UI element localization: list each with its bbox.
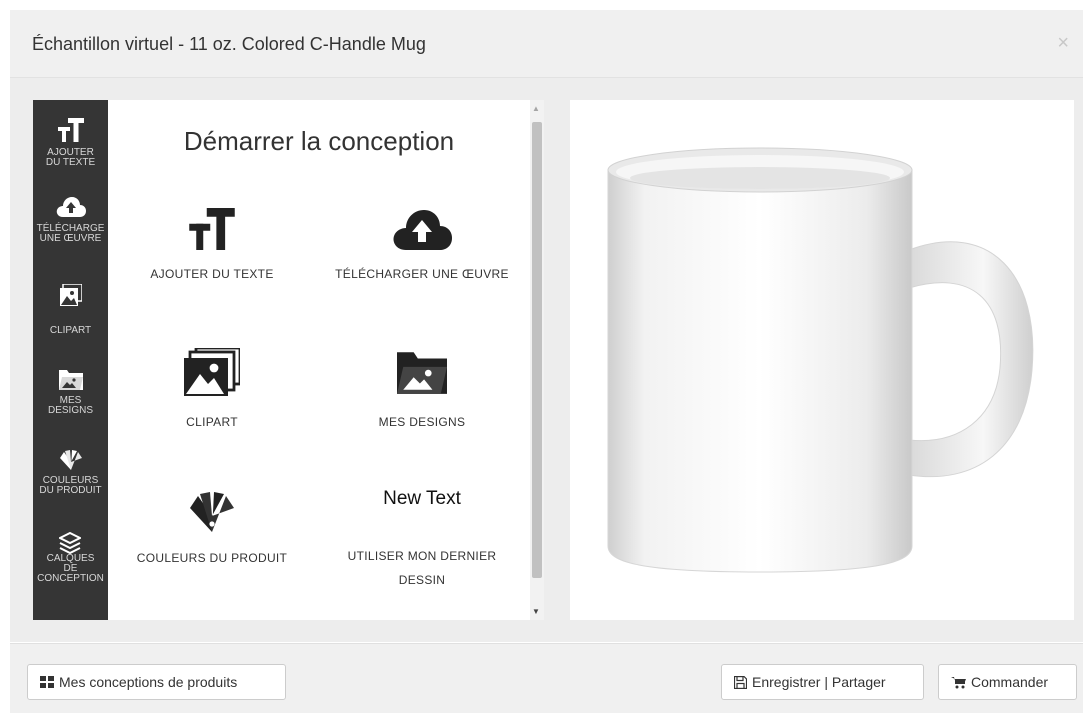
scroll-thumb[interactable] [532,122,542,578]
sidebar-item-clipart[interactable]: CLIPART [33,284,108,336]
option-my-designs[interactable]: MES DESIGNS [322,348,522,434]
modal-body: AJOUTER DU TEXTE TÉLÉCHARGE UNE ŒUVRE CL… [10,78,1083,642]
sidebar-item-add-text[interactable]: AJOUTER DU TEXTE [33,118,108,168]
mug-image [607,147,1034,573]
modal-footer: Mes conceptions de produits Enregistrer … [10,643,1083,713]
panel-scrollbar[interactable]: ▲ ▼ [530,100,544,620]
folder-image-icon [397,352,447,394]
clipart-icon [59,284,82,306]
sidebar-item-product-colors[interactable]: COULEURS DU PRODUIT [33,450,108,496]
folder-image-icon [58,370,83,390]
product-preview [570,100,1074,620]
option-label: AJOUTER DU TEXTE [150,267,274,281]
option-clipart[interactable]: CLIPART [112,348,312,434]
sidebar-label: DESIGNS [47,405,93,416]
option-label: TÉLÉCHARGER UNE ŒUVRE [335,267,509,281]
color-swatch-icon [59,450,82,470]
option-product-colors[interactable]: COULEURS DU PRODUIT [112,492,312,570]
color-swatch-icon [190,492,234,532]
sidebar-label: DU PRODUIT [39,485,102,496]
option-label: UTILISER MON DERNIER [347,549,497,563]
option-label: DESSIN [398,573,446,587]
option-use-last-design[interactable]: New Text UTILISER MON DERNIER DESSIN [322,488,522,592]
save-share-button[interactable]: Enregistrer | Partager [721,664,924,700]
button-label: Enregistrer | Partager [752,674,886,690]
option-label: MES DESIGNS [378,415,466,429]
cloud-upload-icon [56,197,86,217]
last-design-preview: New Text [383,488,461,509]
sidebar-item-my-designs[interactable]: MES DESIGNS [33,368,108,416]
sidebar-label: CLIPART [49,325,92,336]
sidebar-label: CONCEPTION [37,573,104,584]
option-upload-artwork[interactable]: TÉLÉCHARGER UNE ŒUVRE [322,208,522,286]
cart-icon [951,676,966,688]
layers-icon [59,532,81,555]
scroll-up-arrow-icon[interactable]: ▲ [532,104,540,113]
text-icon [189,208,235,250]
order-button[interactable]: Commander [938,664,1077,700]
text-icon [57,118,84,142]
my-product-designs-button[interactable]: Mes conceptions de produits [27,664,286,700]
modal-title: Échantillon virtuel - 11 oz. Colored C-H… [32,34,426,54]
sidebar-item-layers[interactable]: CALQUES DE CONCEPTION [33,532,108,584]
tool-sidebar: AJOUTER DU TEXTE TÉLÉCHARGE UNE ŒUVRE CL… [33,100,108,620]
cloud-upload-icon [393,210,452,250]
panel-title: Démarrer la conception [183,126,455,156]
button-label: Mes conceptions de produits [59,674,238,690]
scroll-down-arrow-icon[interactable]: ▼ [532,607,540,616]
modal-header: Échantillon virtuel - 11 oz. Colored C-H… [10,10,1083,78]
option-label: COULEURS DU PRODUIT [136,551,288,565]
close-icon[interactable]: × [1057,32,1069,55]
sidebar-label: UNE ŒUVRE [39,233,102,244]
button-label: Commander [971,674,1049,690]
grid-icon [40,676,54,688]
sidebar-item-upload[interactable]: TÉLÉCHARGE UNE ŒUVRE [33,196,108,244]
save-icon [734,675,747,689]
option-add-text[interactable]: AJOUTER DU TEXTE [112,208,312,286]
design-start-panel: Démarrer la conception AJOUTER DU TEXTE … [108,100,530,620]
option-label: CLIPART [186,415,238,429]
sidebar-label: DU TEXTE [45,157,96,168]
clipart-icon [184,348,240,396]
